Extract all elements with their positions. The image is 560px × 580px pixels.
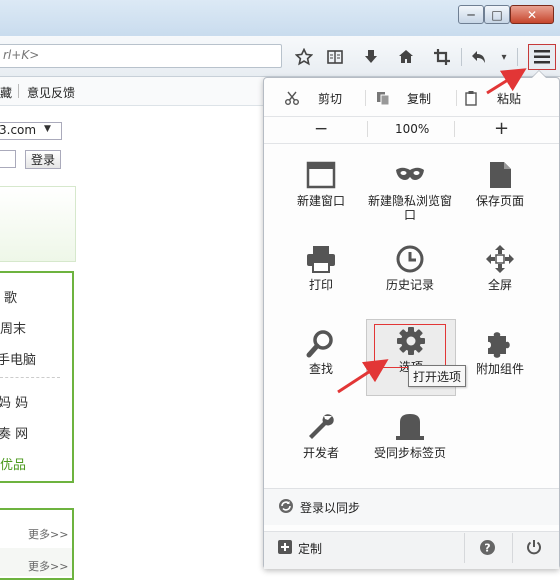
arrow-to-options	[337, 359, 389, 394]
arrow-to-menu	[486, 68, 527, 95]
annotation-arrows	[337, 68, 527, 394]
